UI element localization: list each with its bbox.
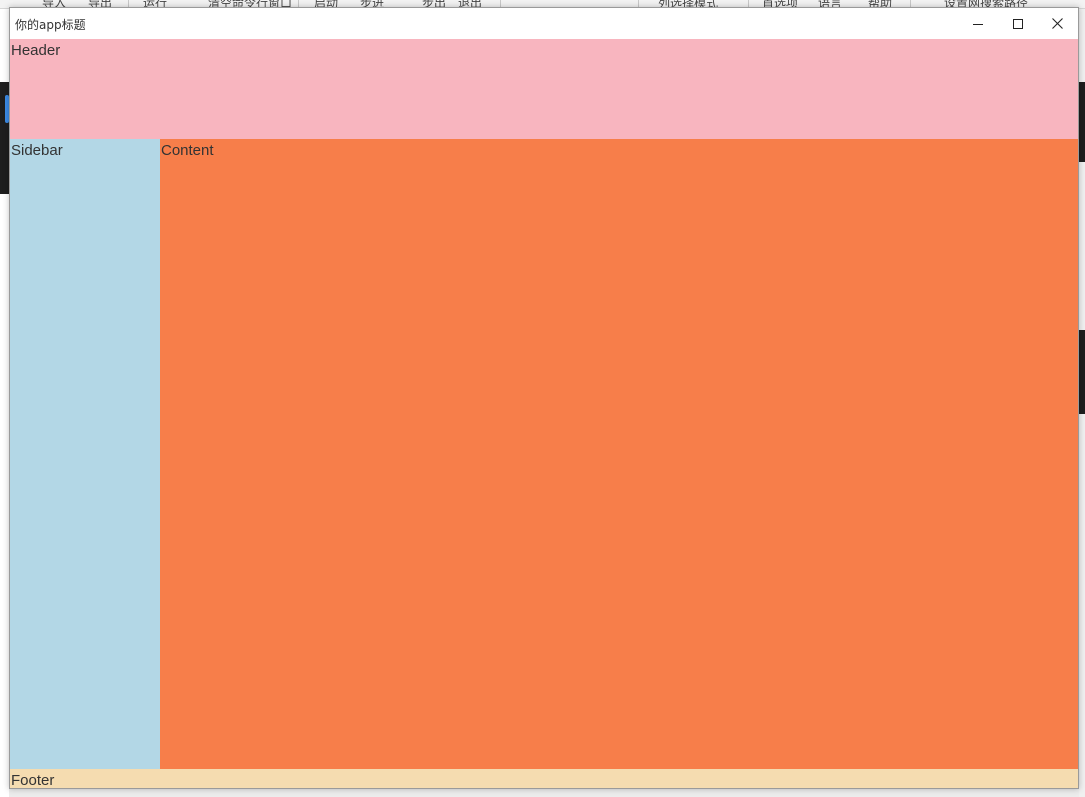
app-window: 你的app标题 Header Sidebar Content Footer: [9, 7, 1079, 789]
window-title: 你的app标题: [15, 18, 86, 32]
maximize-icon: [1012, 18, 1023, 29]
maximize-button[interactable]: [998, 8, 1037, 39]
sidebar-label: Sidebar: [11, 142, 63, 159]
sidebar-panel: Sidebar: [10, 139, 160, 769]
minimize-button[interactable]: [958, 8, 997, 39]
background-left-strip: [0, 9, 9, 797]
content-panel: Content: [160, 139, 1078, 769]
background-right-strip: [1079, 9, 1085, 797]
minimize-icon: [972, 19, 983, 29]
bg-dark-panel: [1079, 330, 1085, 414]
close-icon: [1052, 18, 1063, 29]
footer-label: Footer: [11, 772, 55, 789]
title-bar[interactable]: 你的app标题: [10, 8, 1078, 39]
content-label: Content: [161, 142, 214, 159]
footer-panel: Footer: [10, 769, 1078, 789]
header-label: Header: [11, 42, 61, 59]
close-button[interactable]: [1038, 8, 1077, 39]
header-panel: Header: [10, 39, 1078, 139]
bg-dark-panel: [1079, 82, 1085, 162]
